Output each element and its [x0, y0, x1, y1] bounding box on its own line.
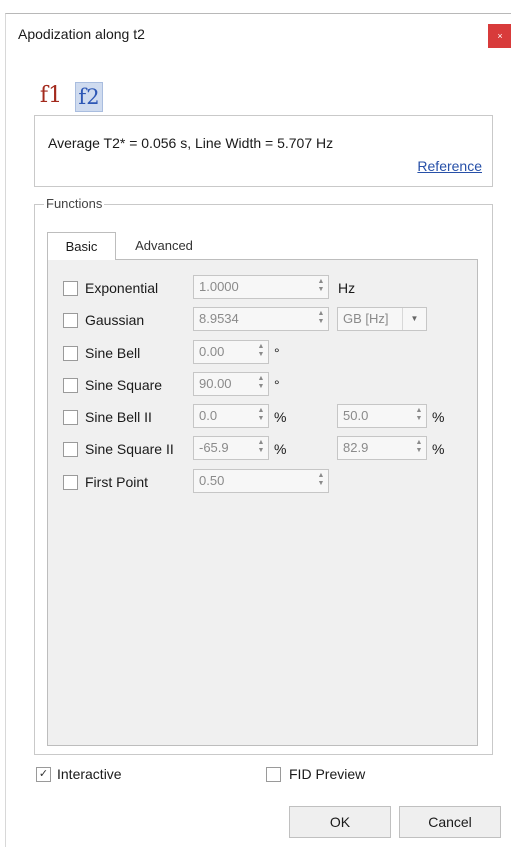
spin-up-icon[interactable]: ▲ — [316, 472, 326, 480]
close-button[interactable]: × — [488, 24, 511, 48]
sine-bell-ii-spinbox-1[interactable]: 0.0 ▲ ▼ — [193, 404, 269, 428]
t2-info-text: Average T2* = 0.056 s, Line Width = 5.70… — [48, 135, 334, 151]
functions-group-title: Functions — [44, 196, 105, 211]
spin-up-icon[interactable]: ▲ — [256, 375, 266, 383]
sine-square-ii-spinbox-2[interactable]: 82.9 ▲ ▼ — [337, 436, 427, 460]
exponential-spinbox[interactable]: 1.0000 ▲ ▼ — [193, 275, 329, 299]
spin-down-icon[interactable]: ▼ — [414, 415, 424, 423]
fid-preview-label: FID Preview — [289, 766, 366, 782]
gaussian-mode-combo[interactable]: GB [Hz] ▼ — [337, 307, 427, 331]
sine-bell-value: 0.00 — [199, 344, 225, 359]
spin-up-icon[interactable]: ▲ — [414, 407, 424, 415]
exponential-value: 1.0000 — [199, 279, 239, 294]
sine-bell-ii-row: Sine Bell II 0.0 ▲ ▼ % 50.0 ▲ ▼ % — [48, 404, 477, 428]
sine-square-unit: ° — [274, 377, 280, 393]
functions-group: Functions Basic Advanced Exponential 1.0… — [34, 196, 493, 755]
sine-square-label: Sine Square — [85, 377, 163, 393]
gaussian-row: Gaussian 8.9534 ▲ ▼ GB [Hz] ▼ — [48, 307, 477, 331]
t2-info-box: Average T2* = 0.056 s, Line Width = 5.70… — [34, 115, 493, 187]
sine-bell-ii-value-1: 0.0 — [199, 408, 218, 423]
spin-down-icon[interactable]: ▼ — [316, 286, 326, 294]
first-point-row: First Point 0.50 ▲ ▼ — [48, 469, 477, 493]
spin-up-icon[interactable]: ▲ — [256, 439, 266, 447]
sine-bell-spinbox[interactable]: 0.00 ▲ ▼ — [193, 340, 269, 364]
sine-square-row: Sine Square 90.00 ▲ ▼ ° — [48, 372, 477, 396]
gaussian-value: 8.9534 — [199, 311, 239, 326]
fid-preview-checkbox[interactable] — [266, 767, 281, 782]
gaussian-checkbox[interactable] — [63, 313, 78, 328]
tab-advanced[interactable]: Advanced — [120, 232, 208, 259]
spin-down-icon[interactable]: ▼ — [414, 447, 424, 455]
sine-bell-ii-unit-2: % — [432, 409, 445, 425]
sine-square-ii-value-1: -65.9 — [199, 440, 229, 455]
sine-square-value: 90.00 — [199, 376, 232, 391]
f2-dimension-button[interactable]: f2 — [75, 82, 103, 112]
sine-bell-ii-label: Sine Bell II — [85, 409, 152, 425]
exponential-checkbox[interactable] — [63, 281, 78, 296]
basic-tab-panel: Exponential 1.0000 ▲ ▼ Hz Gaussian 8.9534… — [47, 259, 478, 746]
sine-bell-unit: ° — [274, 345, 280, 361]
sine-bell-checkbox[interactable] — [63, 346, 78, 361]
interactive-label: Interactive — [57, 766, 122, 782]
sine-square-ii-spinbox-1[interactable]: -65.9 ▲ ▼ — [193, 436, 269, 460]
reference-link[interactable]: Reference — [417, 158, 482, 174]
cancel-button[interactable]: Cancel — [399, 806, 501, 838]
gaussian-mode-value: GB [Hz] — [343, 311, 389, 326]
sine-square-ii-unit-1: % — [274, 441, 287, 457]
sine-square-ii-row: Sine Square II -65.9 ▲ ▼ % 82.9 ▲ ▼ % — [48, 436, 477, 460]
gaussian-spinbox[interactable]: 8.9534 ▲ ▼ — [193, 307, 329, 331]
sine-bell-row: Sine Bell 0.00 ▲ ▼ ° — [48, 340, 477, 364]
first-point-value: 0.50 — [199, 473, 225, 488]
tab-basic[interactable]: Basic — [47, 232, 116, 260]
spin-down-icon[interactable]: ▼ — [256, 447, 266, 455]
spin-down-icon[interactable]: ▼ — [316, 480, 326, 488]
spin-up-icon[interactable]: ▲ — [414, 439, 424, 447]
sine-square-ii-label: Sine Square II — [85, 441, 174, 457]
spin-down-icon[interactable]: ▼ — [256, 351, 266, 359]
first-point-checkbox[interactable] — [63, 475, 78, 490]
spin-down-icon[interactable]: ▼ — [256, 415, 266, 423]
sine-square-ii-checkbox[interactable] — [63, 442, 78, 457]
f1-dimension-button[interactable]: f1 — [38, 82, 64, 110]
exponential-unit: Hz — [338, 280, 356, 296]
sine-square-spinbox[interactable]: 90.00 ▲ ▼ — [193, 372, 269, 396]
sine-square-ii-value-2: 82.9 — [343, 440, 369, 455]
exponential-label: Exponential — [85, 280, 159, 296]
sine-bell-ii-checkbox[interactable] — [63, 410, 78, 425]
apodization-dialog: Apodization along t2 × f1 f2 Average T2*… — [5, 13, 511, 847]
sine-square-checkbox[interactable] — [63, 378, 78, 393]
sine-bell-ii-spinbox-2[interactable]: 50.0 ▲ ▼ — [337, 404, 427, 428]
sine-bell-ii-value-2: 50.0 — [343, 408, 369, 423]
spin-up-icon[interactable]: ▲ — [316, 278, 326, 286]
sine-bell-label: Sine Bell — [85, 345, 141, 361]
spin-up-icon[interactable]: ▲ — [316, 310, 326, 318]
spin-up-icon[interactable]: ▲ — [256, 407, 266, 415]
dialog-title: Apodization along t2 — [18, 26, 145, 42]
chevron-down-icon[interactable]: ▼ — [402, 308, 426, 330]
spin-down-icon[interactable]: ▼ — [316, 318, 326, 326]
spin-down-icon[interactable]: ▼ — [256, 383, 266, 391]
gaussian-label: Gaussian — [85, 312, 145, 328]
spin-up-icon[interactable]: ▲ — [256, 343, 266, 351]
first-point-label: First Point — [85, 474, 149, 490]
first-point-spinbox[interactable]: 0.50 ▲ ▼ — [193, 469, 329, 493]
interactive-checkbox[interactable]: ✓ — [36, 767, 51, 782]
ok-button[interactable]: OK — [289, 806, 391, 838]
sine-bell-ii-unit-1: % — [274, 409, 287, 425]
exponential-row: Exponential 1.0000 ▲ ▼ Hz — [48, 275, 477, 299]
sine-square-ii-unit-2: % — [432, 441, 445, 457]
